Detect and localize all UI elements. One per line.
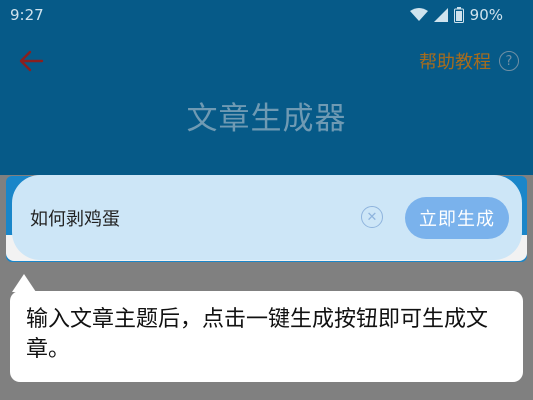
battery-icon xyxy=(453,7,464,23)
article-topic-search-box: ✕ 立即生成 xyxy=(12,175,522,260)
guide-tooltip: 输入文章主题后，点击一键生成按钮即可生成文章。 xyxy=(10,291,523,382)
help-tutorial-label: 帮助教程 xyxy=(419,52,491,73)
wifi-icon xyxy=(409,8,428,22)
battery-percent: 90% xyxy=(469,6,503,24)
generate-now-button[interactable]: 立即生成 xyxy=(405,197,509,239)
page-title: 文章生成器 xyxy=(186,101,347,137)
question-circle-icon: ? xyxy=(499,51,519,71)
status-right: 90% xyxy=(409,6,503,24)
screen: 9:27 90% 帮助教程 ? 文章生成器 如何剥鸡蛋 ✕ 立即生成 输入文章主… xyxy=(0,0,533,400)
article-topic-input[interactable] xyxy=(30,203,340,233)
arrow-left-icon[interactable] xyxy=(16,46,46,76)
help-tutorial-button[interactable]: 帮助教程 ? xyxy=(419,48,519,74)
status-time: 9:27 xyxy=(10,6,44,24)
clear-circle-icon[interactable]: ✕ xyxy=(361,206,383,228)
tooltip-arrow xyxy=(12,274,36,292)
status-bar: 9:27 90% xyxy=(0,0,533,30)
header-overlay: 9:27 90% 帮助教程 ? 文章生成器 xyxy=(0,0,533,175)
tooltip-text: 输入文章主题后，点击一键生成按钮即可生成文章。 xyxy=(26,307,489,362)
signal-icon xyxy=(433,8,448,22)
